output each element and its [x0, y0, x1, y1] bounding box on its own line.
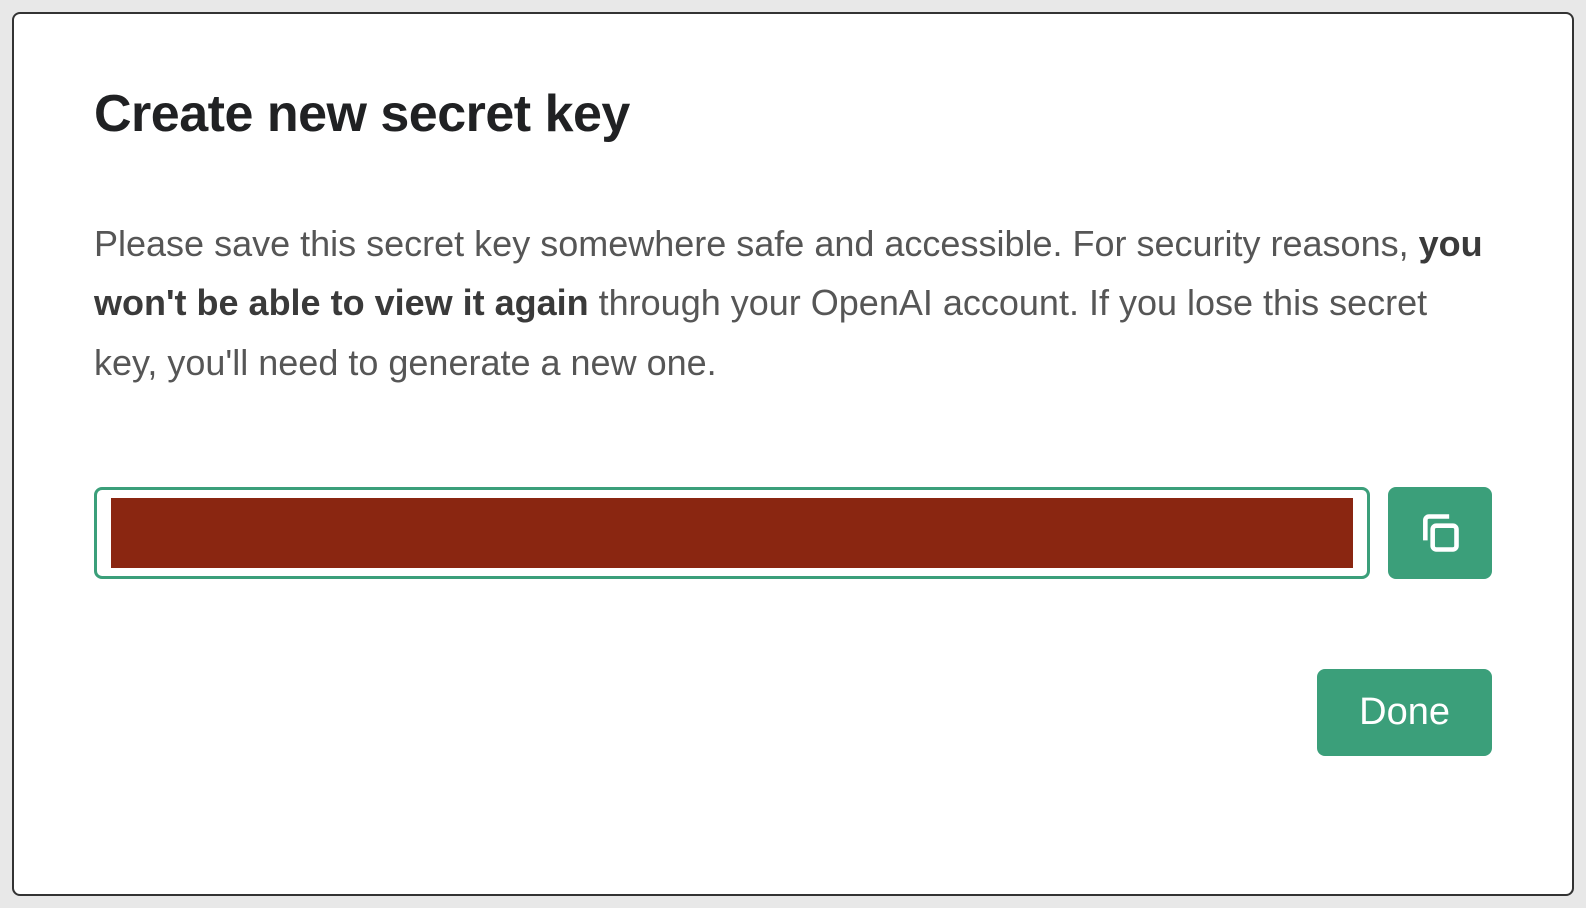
copy-button[interactable] — [1388, 487, 1492, 579]
copy-icon — [1418, 511, 1462, 555]
secret-key-row — [94, 487, 1492, 579]
modal-footer: Done — [94, 669, 1492, 756]
modal-description: Please save this secret key somewhere sa… — [94, 214, 1492, 392]
done-button[interactable]: Done — [1317, 669, 1492, 756]
secret-key-field[interactable] — [94, 487, 1370, 579]
modal-backdrop: Create new secret key Please save this s… — [0, 0, 1586, 908]
secret-key-redacted-value — [111, 498, 1353, 568]
description-text-1: Please save this secret key somewhere sa… — [94, 223, 1419, 264]
modal-title: Create new secret key — [94, 84, 1492, 144]
create-secret-key-modal: Create new secret key Please save this s… — [12, 12, 1574, 896]
